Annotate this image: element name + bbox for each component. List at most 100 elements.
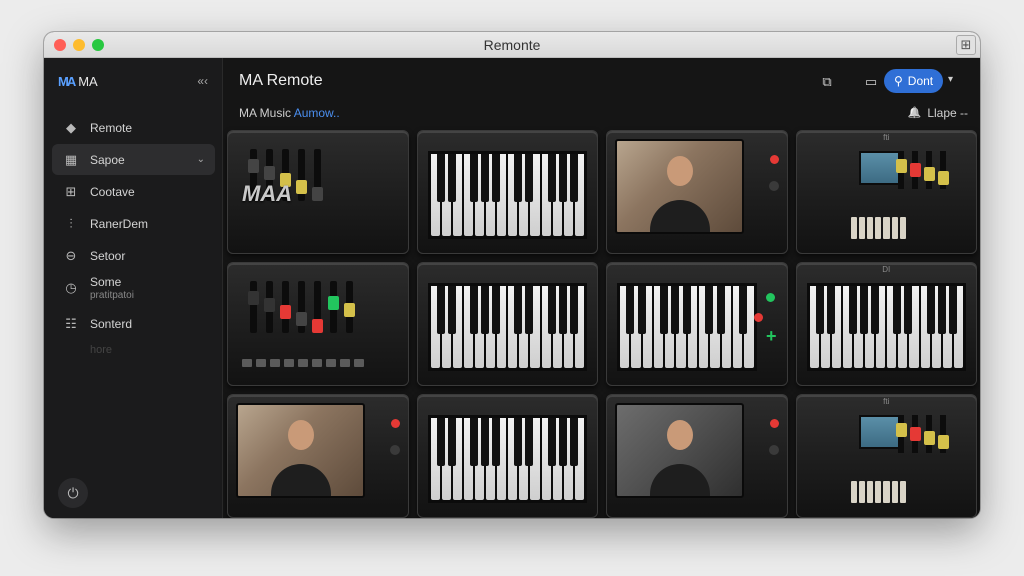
piano-keys[interactable]	[427, 283, 587, 371]
pad[interactable]	[875, 481, 882, 503]
video-feed[interactable]	[615, 139, 745, 235]
fader[interactable]	[910, 415, 921, 453]
pad[interactable]	[883, 481, 890, 503]
black-key[interactable]	[893, 286, 902, 334]
black-key[interactable]	[547, 418, 556, 466]
sidebar-item-setoor[interactable]: ⊖ Setoor	[52, 240, 215, 271]
fader[interactable]	[910, 151, 921, 189]
white-key[interactable]	[620, 286, 635, 368]
black-key[interactable]	[547, 154, 556, 202]
black-key[interactable]	[569, 286, 578, 334]
black-key[interactable]	[525, 418, 534, 466]
instrument-tile[interactable]	[606, 130, 788, 254]
white-key[interactable]	[541, 418, 556, 500]
white-key[interactable]	[920, 286, 935, 368]
pad[interactable]	[312, 359, 322, 367]
sidebar-item-cootave[interactable]: ⊞ Cootave	[52, 176, 215, 207]
fader-knob[interactable]	[248, 159, 259, 173]
fader-knob[interactable]	[264, 298, 275, 312]
black-key[interactable]	[815, 286, 824, 334]
instrument-tile[interactable]: DI	[795, 262, 977, 386]
power-icon[interactable]: ⏻	[58, 478, 88, 508]
pad[interactable]	[899, 217, 907, 239]
white-key[interactable]	[430, 154, 445, 236]
black-key[interactable]	[469, 286, 478, 334]
black-key[interactable]	[860, 286, 869, 334]
white-key[interactable]	[541, 154, 556, 236]
black-key[interactable]	[481, 154, 490, 202]
piano-keys[interactable]	[427, 415, 587, 503]
instrument-tile[interactable]	[416, 394, 598, 518]
black-key[interactable]	[481, 418, 490, 466]
black-key[interactable]	[492, 286, 501, 334]
control-knob[interactable]	[768, 181, 779, 191]
fader[interactable]	[896, 151, 907, 189]
white-key[interactable]	[887, 286, 902, 368]
black-key[interactable]	[558, 154, 567, 202]
sidebar-item-ranerdem[interactable]: ⫶ RanerDem	[52, 208, 215, 239]
black-key[interactable]	[660, 286, 669, 334]
pad[interactable]	[340, 359, 350, 367]
sidebar-item-sapoe[interactable]: ▦ Sapoe ⌄	[52, 144, 215, 175]
black-key[interactable]	[558, 286, 567, 334]
pad[interactable]	[256, 359, 266, 367]
white-key[interactable]	[508, 418, 523, 500]
black-key[interactable]	[469, 154, 478, 202]
fader[interactable]	[312, 149, 323, 201]
piano-keys[interactable]	[806, 283, 966, 371]
instrument-tile[interactable]: MAA	[227, 130, 409, 254]
black-key[interactable]	[937, 286, 946, 334]
black-key[interactable]	[447, 418, 456, 466]
fader[interactable]	[938, 415, 949, 453]
instrument-tile[interactable]	[227, 262, 409, 386]
black-key[interactable]	[436, 154, 445, 202]
black-key[interactable]	[671, 286, 680, 334]
fader[interactable]	[280, 281, 291, 333]
fader-knob[interactable]	[248, 291, 259, 305]
connect-dropdown-icon[interactable]: ▾	[948, 74, 953, 85]
black-key[interactable]	[547, 286, 556, 334]
white-key[interactable]	[699, 286, 714, 368]
black-key[interactable]	[705, 286, 714, 334]
fader-knob[interactable]	[280, 305, 291, 319]
black-key[interactable]	[848, 286, 857, 334]
pad[interactable]	[875, 217, 882, 239]
pad[interactable]	[899, 481, 907, 503]
instrument-tile[interactable]	[606, 394, 788, 518]
black-key[interactable]	[569, 154, 578, 202]
white-key[interactable]	[430, 286, 445, 368]
collapse-sidebar-icon[interactable]: «‹	[197, 74, 208, 88]
black-key[interactable]	[904, 286, 913, 334]
sidebar-item-dim[interactable]: hore	[90, 344, 112, 356]
monitor-icon[interactable]: ▭	[859, 70, 883, 94]
fader[interactable]	[924, 151, 935, 189]
black-key[interactable]	[469, 418, 478, 466]
fader-knob[interactable]	[344, 303, 355, 317]
instrument-tile[interactable]: +	[606, 262, 788, 386]
black-key[interactable]	[569, 418, 578, 466]
fader-knob[interactable]	[328, 296, 339, 310]
pad[interactable]	[850, 217, 857, 239]
instrument-tile[interactable]: fti	[795, 130, 977, 254]
pad[interactable]	[284, 359, 294, 367]
black-key[interactable]	[637, 286, 646, 334]
black-key[interactable]	[626, 286, 635, 334]
black-key[interactable]	[739, 286, 748, 334]
fader-knob[interactable]	[938, 435, 949, 449]
pad[interactable]	[858, 217, 865, 239]
black-key[interactable]	[447, 286, 456, 334]
black-key[interactable]	[514, 418, 523, 466]
black-key[interactable]	[716, 286, 725, 334]
instrument-tile[interactable]	[416, 130, 598, 254]
white-key[interactable]	[508, 154, 523, 236]
video-feed[interactable]	[236, 403, 366, 499]
fader[interactable]	[938, 151, 949, 189]
add-icon[interactable]: +	[766, 326, 777, 347]
screen-share-icon[interactable]: ⧉	[815, 70, 839, 94]
black-key[interactable]	[525, 286, 534, 334]
black-key[interactable]	[558, 418, 567, 466]
pad[interactable]	[883, 217, 890, 239]
white-key[interactable]	[653, 286, 669, 368]
instrument-tile[interactable]	[227, 394, 409, 518]
fader-knob[interactable]	[910, 427, 921, 441]
